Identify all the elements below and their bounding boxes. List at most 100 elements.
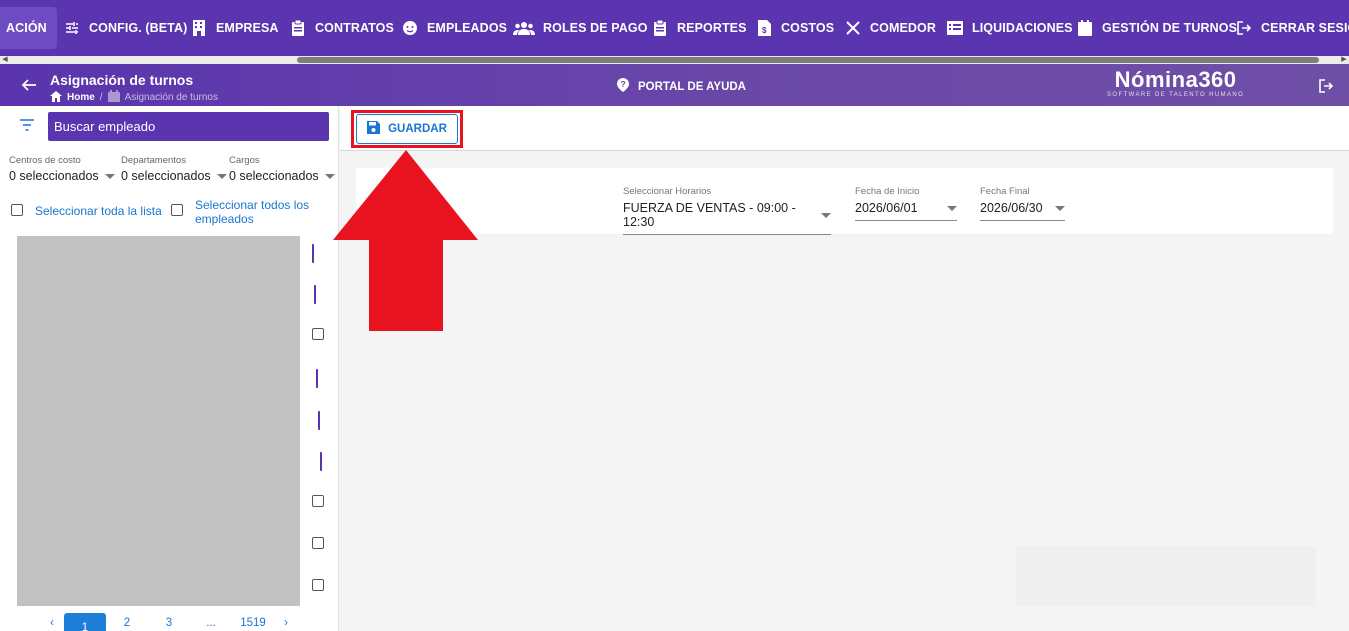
- employee-checkbox[interactable]: [312, 244, 314, 263]
- nav-item-liquidaciones[interactable]: LIQUIDACIONES: [946, 0, 1073, 56]
- page-button[interactable]: 2: [106, 617, 148, 629]
- checkbox[interactable]: [11, 204, 23, 216]
- prev-page-button[interactable]: ‹: [40, 617, 64, 629]
- employee-checkbox[interactable]: [318, 411, 320, 430]
- nav-item-label: CERRAR SESIÓN: [1261, 21, 1349, 35]
- checkbox-label-line: Seleccionar todos los: [195, 198, 309, 212]
- save-button-label: GUARDAR: [388, 123, 447, 135]
- top-navigation: ACIÓN CONFIG. (BETA) EMPRESA CONTRATOS E…: [0, 0, 1349, 56]
- schedule-select[interactable]: Seleccionar Horarios FUERZA DE VENTAS - …: [623, 186, 831, 235]
- position-select[interactable]: Cargos 0 seleccionados: [229, 155, 335, 183]
- employee-checkbox[interactable]: [320, 452, 322, 471]
- nav-item-gestion-de-turnos[interactable]: GESTIÓN DE TURNOS: [1076, 0, 1237, 56]
- logout-icon[interactable]: [1318, 78, 1334, 94]
- search-employee-input[interactable]: [48, 112, 329, 141]
- page-button[interactable]: 1: [64, 613, 106, 631]
- employee-list-placeholder: [17, 236, 300, 606]
- nav-item-reportes[interactable]: REPORTES: [651, 0, 747, 56]
- nav-item-comedor[interactable]: COMEDOR: [844, 0, 936, 56]
- checkbox[interactable]: [171, 204, 183, 216]
- field-value: FUERZA DE VENTAS - 09:00 - 12:30: [623, 201, 811, 229]
- employee-checkbox[interactable]: [314, 285, 316, 304]
- calendar-icon: [108, 90, 120, 105]
- nav-item-label: COMEDOR: [870, 21, 936, 35]
- department-select[interactable]: Departamentos 0 seleccionados: [121, 155, 227, 183]
- checkbox-label: Seleccionar todos los empleados: [195, 198, 309, 226]
- field-label: Fecha de Inicio: [855, 186, 957, 197]
- select-label: Departamentos: [121, 155, 227, 166]
- cost-center-select[interactable]: Centros de costo 0 seleccionados: [9, 155, 115, 183]
- nav-item-label: CONFIG. (BETA): [89, 21, 187, 35]
- help-label: PORTAL DE AYUDA: [638, 81, 746, 93]
- select-all-employees-checkbox[interactable]: Seleccionar todos los empleados: [171, 198, 309, 226]
- filter-icon[interactable]: [20, 118, 38, 136]
- nav-item-cerrar-sesion[interactable]: CERRAR SESIÓN: [1235, 0, 1349, 56]
- back-arrow-icon[interactable]: [20, 76, 38, 94]
- nav-item-contratos[interactable]: CONTRATOS: [289, 0, 394, 56]
- employee-checkbox[interactable]: [312, 537, 324, 549]
- select-value: 0 seleccionados: [229, 169, 319, 183]
- caret-down-icon: [105, 174, 115, 179]
- next-page-button[interactable]: ›: [274, 617, 298, 629]
- nav-item-costos[interactable]: $ COSTOS: [755, 0, 834, 56]
- building-icon: [190, 19, 208, 37]
- scroll-right-icon[interactable]: ▶: [1339, 56, 1349, 64]
- help-portal-link[interactable]: ? PORTAL DE AYUDA: [616, 78, 746, 95]
- select-label: Centros de costo: [9, 155, 115, 166]
- caret-down-icon: [217, 174, 227, 179]
- page-button[interactable]: 1519: [232, 617, 274, 629]
- horizontal-scrollbar[interactable]: ◀ ▶: [0, 56, 1349, 64]
- start-date-field[interactable]: Fecha de Inicio 2026/06/01: [855, 186, 957, 221]
- brand-logo: Nómina360 SOFTWARE DE TALENTO HUMANO: [1107, 68, 1244, 98]
- page-ellipsis: ...: [190, 617, 232, 629]
- breadcrumb-home[interactable]: Home: [67, 92, 95, 103]
- employee-checkbox[interactable]: [312, 328, 324, 340]
- save-button[interactable]: GUARDAR: [356, 114, 458, 144]
- breadcrumb-separator: /: [100, 92, 103, 103]
- nav-item-label: EMPRESA: [216, 21, 279, 35]
- end-date-field[interactable]: Fecha Final 2026/06/30: [980, 186, 1065, 221]
- nav-item-roles-de-pago[interactable]: ROLES DE PAGO: [513, 0, 648, 56]
- pagination: ‹ 1 2 3 ... 1519 ›: [40, 609, 298, 631]
- empty-panel: [1016, 547, 1316, 607]
- scroll-left-icon[interactable]: ◀: [0, 56, 10, 64]
- face-icon: [401, 19, 419, 37]
- page-header: Asignación de turnos Home / Asignación d…: [0, 64, 1349, 106]
- nav-item-empleados[interactable]: EMPLEADOS: [401, 0, 507, 56]
- utensils-icon: [844, 19, 862, 37]
- sliders-icon: [63, 19, 81, 37]
- nav-item-label: CONTRATOS: [315, 21, 394, 35]
- nav-item-active[interactable]: ACIÓN: [0, 7, 57, 49]
- scrollbar-thumb[interactable]: [297, 57, 1319, 63]
- employee-checkbox[interactable]: [312, 495, 324, 507]
- shift-form-card: Seleccionar Horarios FUERZA DE VENTAS - …: [356, 168, 1333, 234]
- caret-down-icon: [947, 206, 957, 211]
- svg-text:$: $: [762, 26, 767, 35]
- employee-checkbox[interactable]: [312, 579, 324, 591]
- brand-tagline: SOFTWARE DE TALENTO HUMANO: [1107, 92, 1244, 98]
- caret-down-icon: [821, 213, 831, 218]
- nav-item-empresa[interactable]: EMPRESA: [190, 0, 279, 56]
- page-button[interactable]: 3: [148, 617, 190, 629]
- field-value: 2026/06/30: [980, 201, 1043, 215]
- caret-down-icon: [1055, 206, 1065, 211]
- home-icon[interactable]: [50, 91, 62, 105]
- select-value: 0 seleccionados: [121, 169, 211, 183]
- nav-item-label: COSTOS: [781, 21, 834, 35]
- select-list-checkbox[interactable]: Seleccionar toda la lista: [11, 204, 162, 218]
- nav-item-config[interactable]: CONFIG. (BETA): [63, 0, 187, 56]
- nav-item-label: LIQUIDACIONES: [972, 21, 1073, 35]
- save-icon: [367, 121, 380, 137]
- employee-checkbox[interactable]: [316, 369, 318, 388]
- nav-item-label: EMPLEADOS: [427, 21, 507, 35]
- clipboard-icon: [651, 19, 669, 37]
- field-label: Fecha Final: [980, 186, 1065, 197]
- nav-item-label: GESTIÓN DE TURNOS: [1102, 21, 1237, 35]
- field-value: 2026/06/01: [855, 201, 918, 215]
- logout-icon: [1235, 19, 1253, 37]
- action-toolbar: [340, 106, 1349, 151]
- svg-text:?: ?: [621, 80, 626, 89]
- field-label: Seleccionar Horarios: [623, 186, 831, 197]
- brand-name: Nómina360: [1107, 68, 1244, 92]
- nav-item-label: ROLES DE PAGO: [543, 21, 648, 35]
